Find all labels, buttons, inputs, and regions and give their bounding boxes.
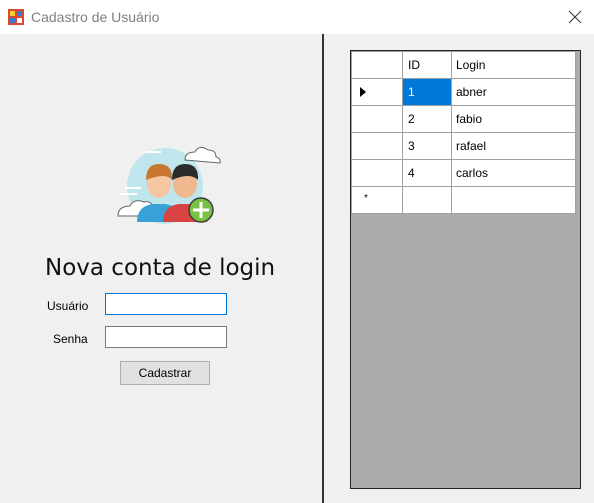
row-header[interactable] xyxy=(351,132,403,160)
usuario-label: Usuário xyxy=(47,299,89,313)
close-icon[interactable] xyxy=(562,5,588,29)
senha-input[interactable] xyxy=(105,326,227,348)
table-row[interactable]: 1 abner xyxy=(351,78,576,106)
users-table: ID Login 1 abner 2 fabio 3 rafael 4 carl… xyxy=(351,51,576,214)
table-row[interactable]: 2 fabio xyxy=(351,105,576,133)
table-row[interactable]: 4 carlos xyxy=(351,159,576,187)
cell-login[interactable]: abner xyxy=(451,78,576,106)
new-row-marker: * xyxy=(364,193,368,204)
table-row[interactable]: 3 rafael xyxy=(351,132,576,160)
cell-id[interactable] xyxy=(402,186,452,214)
title-bar: Cadastro de Usuário xyxy=(0,0,594,34)
users-add-illustration xyxy=(117,146,221,224)
users-data-grid[interactable]: ID Login 1 abner 2 fabio 3 rafael 4 carl… xyxy=(350,50,581,489)
cadastrar-button[interactable]: Cadastrar xyxy=(120,361,210,385)
page-title: Nova conta de login xyxy=(45,255,276,281)
cell-id[interactable]: 4 xyxy=(402,159,452,187)
row-header[interactable]: * xyxy=(351,186,403,214)
cell-id[interactable]: 2 xyxy=(402,105,452,133)
cell-login[interactable] xyxy=(451,186,576,214)
new-row[interactable]: * xyxy=(351,186,576,214)
row-header-corner xyxy=(351,51,403,79)
cell-id[interactable]: 3 xyxy=(402,132,452,160)
column-header-id[interactable]: ID xyxy=(402,51,452,79)
usuario-input[interactable] xyxy=(105,293,227,315)
window-title: Cadastro de Usuário xyxy=(31,9,160,25)
table-header-row: ID Login xyxy=(351,51,576,79)
column-header-login[interactable]: Login xyxy=(451,51,576,79)
row-header[interactable] xyxy=(351,159,403,187)
app-form-icon xyxy=(8,9,24,25)
senha-label: Senha xyxy=(53,332,88,346)
row-header[interactable] xyxy=(351,78,403,106)
row-indicator-arrow xyxy=(360,87,366,97)
cell-id[interactable]: 1 xyxy=(402,78,452,106)
cell-login[interactable]: carlos xyxy=(451,159,576,187)
row-header[interactable] xyxy=(351,105,403,133)
cell-login[interactable]: rafael xyxy=(451,132,576,160)
cell-login[interactable]: fabio xyxy=(451,105,576,133)
